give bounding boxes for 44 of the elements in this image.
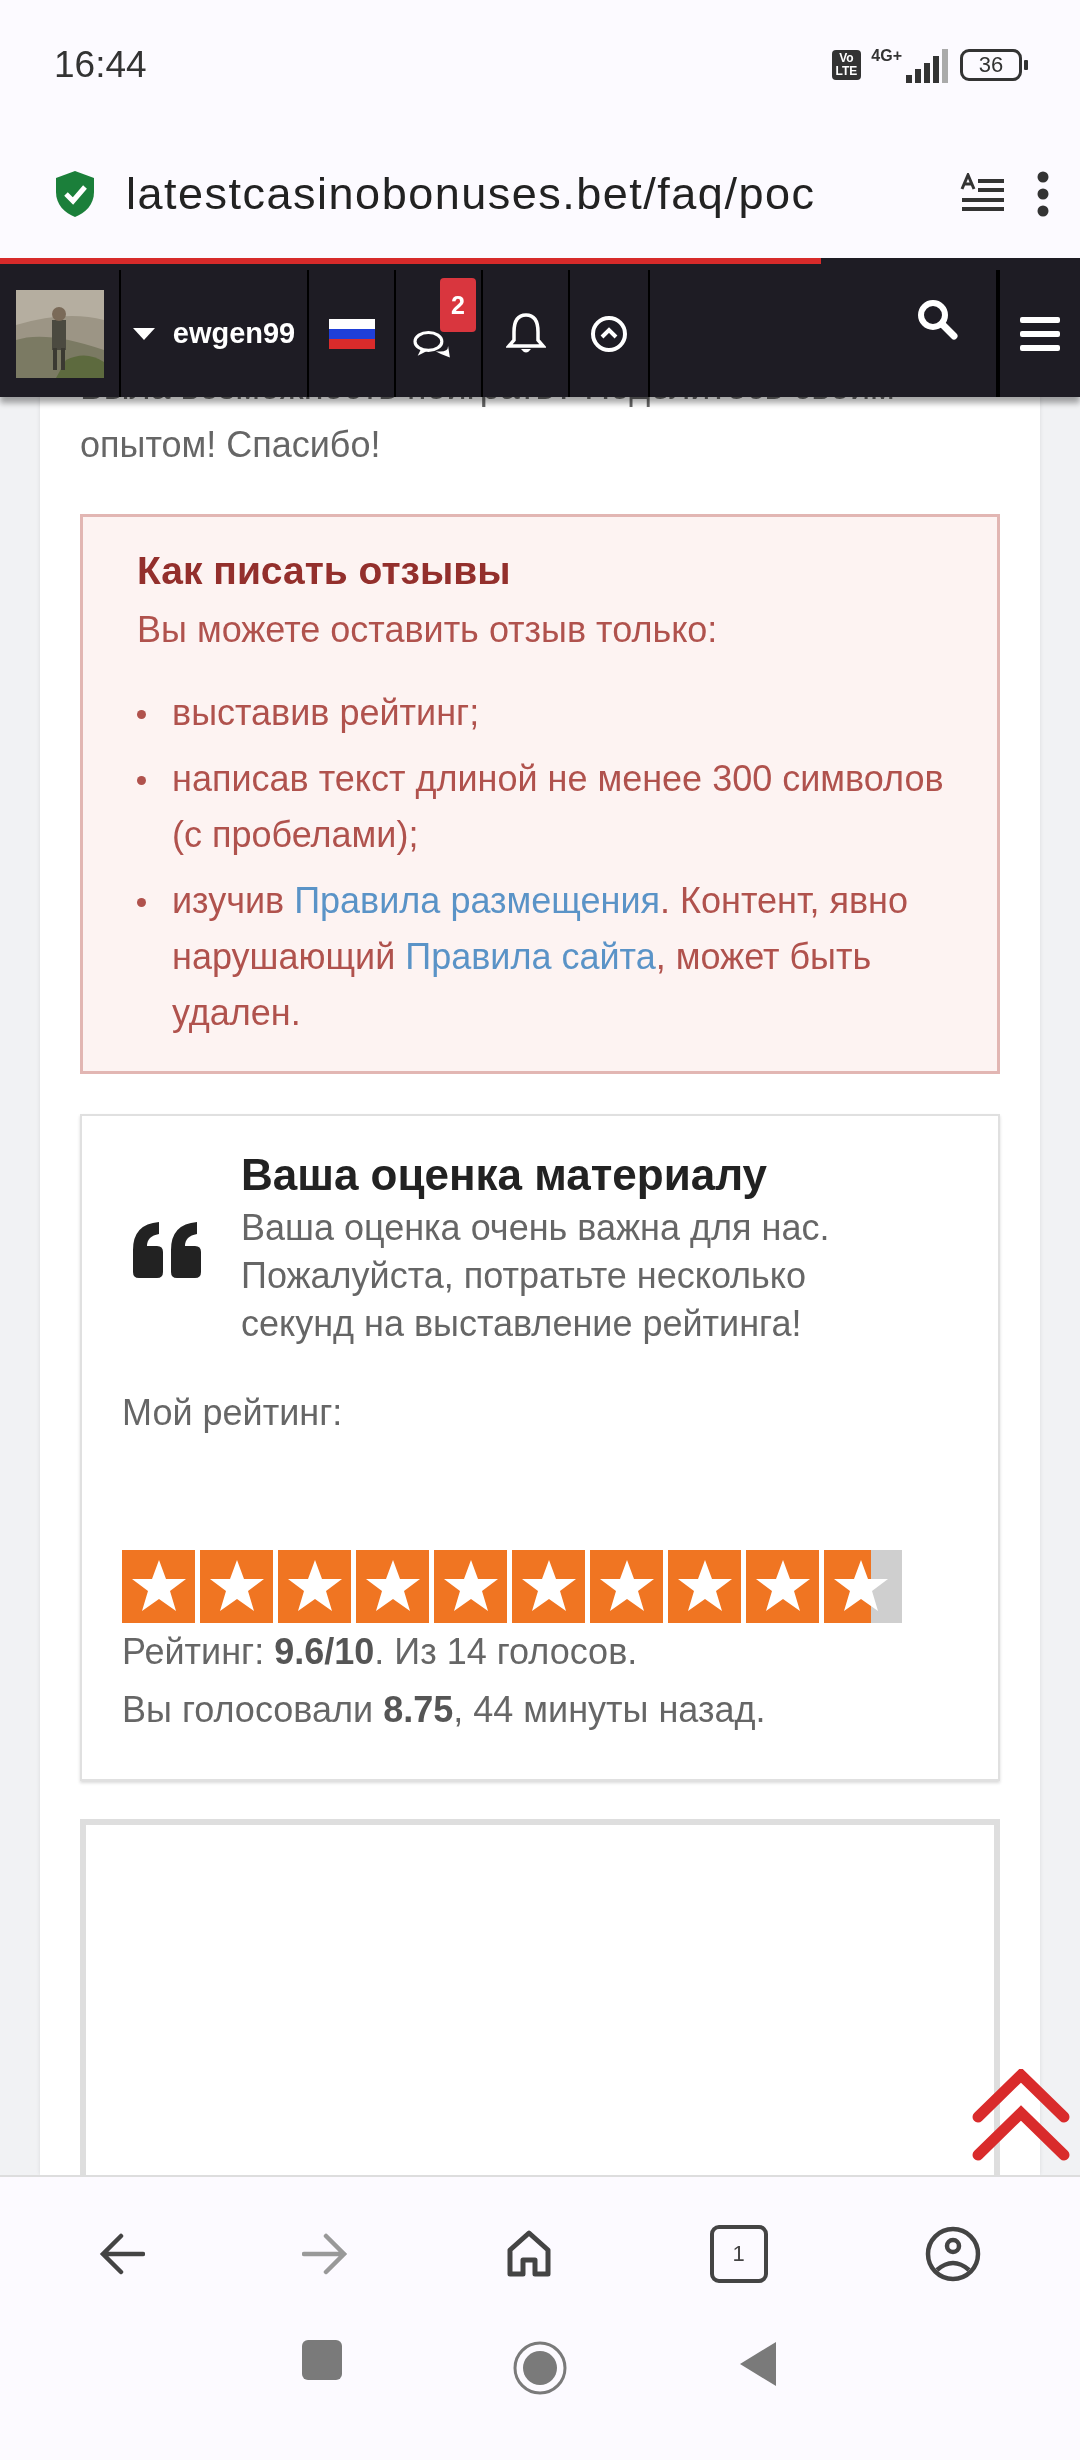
clock-time: 16:44 bbox=[54, 44, 148, 86]
my-rating-label: Мой рейтинг: bbox=[122, 1392, 344, 1434]
star-icon bbox=[210, 1560, 264, 1611]
home-icon[interactable] bbox=[506, 2229, 552, 2278]
rating-description: Ваша оценка очень важна для нас. Пожалуйста, потратьте несколько секунд на выставление рейтинга! bbox=[241, 1206, 831, 1346]
notice-title: Как писать отзывы bbox=[137, 549, 512, 593]
account-icon[interactable] bbox=[925, 2225, 982, 2282]
bullet-icon bbox=[137, 710, 146, 719]
rating-summary: Рейтинг: 9.6/10. Из 14 голосов. bbox=[122, 1630, 639, 1674]
star-icon bbox=[834, 1560, 888, 1611]
rating-title: Ваша оценка материалу bbox=[241, 1150, 768, 1200]
star-icon bbox=[444, 1560, 498, 1611]
notice-item: написав текст длиной не менее 300 символов (с пробелами); bbox=[172, 757, 945, 857]
menu-icon[interactable] bbox=[1020, 316, 1060, 351]
volte-badge: Vo LTE bbox=[831, 50, 862, 80]
notice-lead: Вы можете оставить отзыв только: bbox=[137, 608, 719, 652]
star-icon bbox=[600, 1560, 654, 1611]
back-icon[interactable] bbox=[98, 2231, 145, 2276]
secure-shield-icon[interactable] bbox=[54, 170, 96, 218]
bullet-icon bbox=[137, 898, 146, 907]
caret-icon bbox=[132, 327, 155, 340]
message-count-badge: 2 bbox=[440, 278, 476, 332]
star-icon bbox=[522, 1560, 576, 1611]
back-button-icon[interactable] bbox=[738, 2340, 778, 2388]
more-options-icon[interactable] bbox=[1036, 171, 1050, 217]
network-type: 4G+ bbox=[871, 47, 902, 65]
signal-icon bbox=[904, 49, 950, 83]
home-button-icon[interactable] bbox=[512, 2340, 568, 2396]
star-icon bbox=[132, 1560, 186, 1611]
notice-item: изучив Правила размещения. Контент, явно нарушающий Правила сайта, может быть удален. bbox=[172, 879, 909, 1035]
quote-icon bbox=[131, 1220, 203, 1280]
flag-icon[interactable] bbox=[328, 318, 375, 349]
star-icon bbox=[366, 1560, 420, 1611]
vote-info: Вы голосовали 8.75, 44 минуты назад. bbox=[122, 1688, 767, 1732]
search-icon[interactable] bbox=[916, 298, 958, 340]
up-circle-icon[interactable] bbox=[589, 313, 629, 354]
url-text[interactable]: latestcasinobonuses.bet/faq/poc bbox=[126, 168, 930, 220]
star-icon bbox=[678, 1560, 732, 1611]
notice-item: выставив рейтинг; bbox=[172, 691, 480, 735]
star-icon bbox=[288, 1560, 342, 1611]
tab-count-button[interactable]: 1 bbox=[709, 2224, 768, 2283]
bullet-icon bbox=[137, 776, 146, 785]
star-icon bbox=[756, 1560, 810, 1611]
battery-indicator: 36 bbox=[960, 49, 1028, 81]
